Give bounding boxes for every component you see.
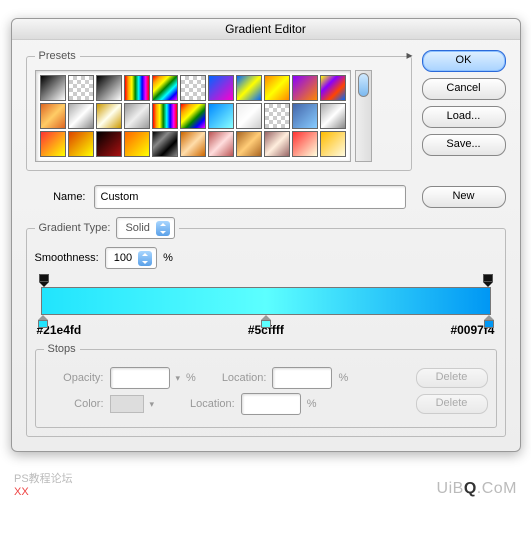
preset-swatch[interactable] <box>40 75 66 101</box>
preset-swatch[interactable] <box>264 103 290 129</box>
color-label: Color: <box>44 398 104 410</box>
presets-grid[interactable] <box>35 70 351 162</box>
color-location-input <box>241 393 301 415</box>
opacity-label: Opacity: <box>44 372 104 384</box>
presets-group: Presets ▸ <box>26 50 412 171</box>
preset-swatch[interactable] <box>208 75 234 101</box>
preset-swatch[interactable] <box>264 75 290 101</box>
preset-swatch[interactable] <box>264 131 290 157</box>
preset-swatch[interactable] <box>152 103 178 129</box>
preset-swatch[interactable] <box>180 131 206 157</box>
preset-swatch[interactable] <box>292 75 318 101</box>
preset-swatch[interactable] <box>152 131 178 157</box>
preset-swatch[interactable] <box>180 75 206 101</box>
delete-opacity-button: Delete <box>416 368 488 388</box>
color-stop-right[interactable] <box>484 315 494 328</box>
color-stop-left[interactable] <box>38 315 48 328</box>
preset-swatch[interactable] <box>236 131 262 157</box>
color-stop-mid[interactable] <box>261 315 271 328</box>
preset-swatch[interactable] <box>124 131 150 157</box>
preset-swatch[interactable] <box>320 103 346 129</box>
preset-swatch[interactable] <box>96 103 122 129</box>
gradient-type-select[interactable]: Solid <box>116 217 174 239</box>
preset-swatch[interactable] <box>208 103 234 129</box>
preset-swatch[interactable] <box>68 75 94 101</box>
new-button[interactable]: New <box>422 186 506 208</box>
preset-swatch[interactable] <box>236 103 262 129</box>
location-label: Location: <box>190 398 235 410</box>
smoothness-label: Smoothness: <box>35 252 99 264</box>
cancel-button[interactable]: Cancel <box>422 78 506 100</box>
caret-down-icon: ▾ <box>176 373 181 384</box>
gradient-editor-window: Gradient Editor Presets ▸ OK Cancel Load… <box>11 18 521 452</box>
name-input[interactable] <box>94 185 406 209</box>
preset-swatch[interactable] <box>68 103 94 129</box>
preset-swatch[interactable] <box>292 131 318 157</box>
presets-menu-icon[interactable]: ▸ <box>406 48 412 62</box>
preset-swatch[interactable] <box>320 75 346 101</box>
window-title: Gradient Editor <box>12 19 520 40</box>
watermark-line2: XX <box>14 486 73 498</box>
scrollbar-thumb[interactable] <box>358 73 369 97</box>
stops-group: Stops Opacity: ▾ % Location: % Delete Co… <box>35 343 497 428</box>
logo-text: UiBQ.CoM <box>437 480 517 498</box>
gradient-type-label: Gradient Type: <box>39 222 111 234</box>
preset-swatch[interactable] <box>152 75 178 101</box>
smoothness-input[interactable]: 100 <box>105 247 157 269</box>
save-button[interactable]: Save... <box>422 134 506 156</box>
preset-swatch[interactable] <box>320 131 346 157</box>
page-footer: PS教程论坛 XX UiBQ.CoM <box>0 470 531 500</box>
opacity-location-input <box>272 367 332 389</box>
preset-swatch[interactable] <box>40 131 66 157</box>
opacity-input <box>110 367 170 389</box>
preset-swatch[interactable] <box>208 131 234 157</box>
delete-color-button: Delete <box>416 394 488 414</box>
preset-swatch[interactable] <box>292 103 318 129</box>
presets-legend: Presets <box>35 50 80 62</box>
preset-swatch[interactable] <box>96 131 122 157</box>
chevron-down-icon <box>138 251 152 266</box>
name-label: Name: <box>26 191 86 203</box>
presets-scrollbar[interactable] <box>355 70 372 162</box>
gradient-type-value: Solid <box>125 222 149 234</box>
ok-button[interactable]: OK <box>422 50 506 72</box>
caret-down-icon: ▾ <box>150 399 155 410</box>
gradient-preview <box>41 287 491 315</box>
gradient-bar[interactable] <box>41 287 491 315</box>
dialog-buttons: OK Cancel Load... Save... <box>422 50 506 171</box>
preset-swatch[interactable] <box>180 103 206 129</box>
preset-swatch[interactable] <box>124 103 150 129</box>
preset-swatch[interactable] <box>96 75 122 101</box>
opacity-stop-left[interactable] <box>39 274 49 286</box>
preset-swatch[interactable] <box>40 103 66 129</box>
watermark-line1: PS教程论坛 <box>14 470 73 486</box>
load-button[interactable]: Load... <box>422 106 506 128</box>
color-well <box>110 395 144 413</box>
chevron-updown-icon <box>156 221 170 236</box>
preset-swatch[interactable] <box>68 131 94 157</box>
opacity-stop-right[interactable] <box>483 274 493 286</box>
gradient-group: Gradient Type: Solid Smoothness: 100 % <box>26 217 506 437</box>
preset-swatch[interactable] <box>236 75 262 101</box>
location-label: Location: <box>222 372 267 384</box>
preset-swatch[interactable] <box>124 75 150 101</box>
stops-legend: Stops <box>44 343 80 355</box>
smoothness-unit: % <box>163 252 173 264</box>
